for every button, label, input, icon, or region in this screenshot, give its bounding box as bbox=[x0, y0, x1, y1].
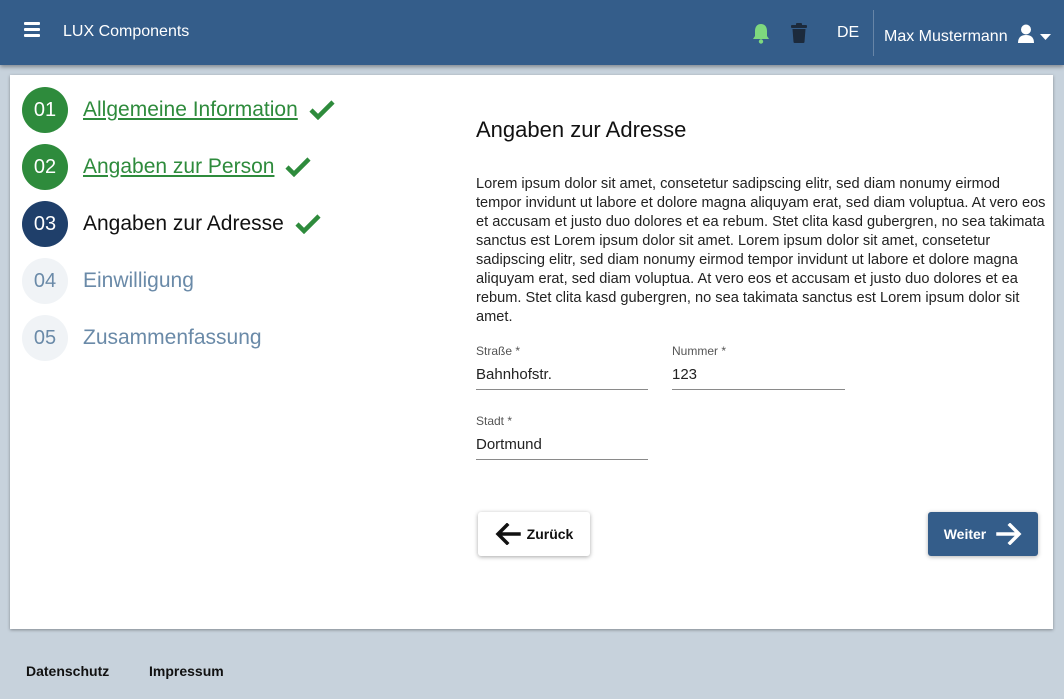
user-icon bbox=[1017, 24, 1036, 49]
privacy-link[interactable]: Datenschutz bbox=[26, 663, 109, 679]
step-number: 01 bbox=[22, 87, 68, 133]
number-input[interactable] bbox=[672, 366, 845, 390]
city-field: Stadt * bbox=[476, 414, 648, 460]
form-description: Lorem ipsum dolor sit amet, consetetur s… bbox=[476, 176, 1046, 325]
check-icon bbox=[309, 100, 335, 120]
number-label: Nummer * bbox=[672, 344, 727, 358]
next-button-label: Weiter bbox=[943, 526, 987, 542]
header-divider bbox=[873, 10, 874, 56]
step-label[interactable]: Allgemeine Information bbox=[83, 98, 298, 122]
step-label[interactable]: Angaben zur Person bbox=[83, 155, 274, 179]
street-field: Straße * bbox=[476, 344, 648, 390]
check-icon bbox=[285, 157, 312, 177]
step-allgemeine-information[interactable]: 01 Allgemeine Information bbox=[22, 87, 335, 133]
language-button[interactable]: DE bbox=[837, 24, 859, 42]
caret-down-icon bbox=[1039, 28, 1051, 46]
number-field: Nummer * bbox=[672, 344, 845, 390]
street-label: Straße * bbox=[476, 344, 521, 358]
form-title: Angaben zur Adresse bbox=[476, 117, 687, 142]
app-title: LUX Components bbox=[63, 23, 190, 40]
step-angaben-zur-person[interactable]: 02 Angaben zur Person bbox=[22, 144, 312, 190]
imprint-link[interactable]: Impressum bbox=[149, 663, 224, 679]
check-icon bbox=[295, 214, 321, 234]
step-label: Zusammenfassung bbox=[83, 326, 262, 349]
next-button[interactable]: Weiter bbox=[928, 512, 1038, 556]
city-input[interactable] bbox=[476, 436, 648, 460]
step-number: 04 bbox=[22, 258, 68, 304]
step-angaben-zur-adresse[interactable]: 03 Angaben zur Adresse bbox=[22, 201, 321, 247]
step-number: 05 bbox=[22, 315, 68, 361]
step-label: Angaben zur Adresse bbox=[83, 212, 284, 235]
city-label: Stadt * bbox=[476, 414, 513, 428]
step-number: 02 bbox=[22, 144, 68, 190]
page-footer: Datenschutz Impressum bbox=[0, 639, 1064, 699]
arrow-right-icon bbox=[996, 523, 1022, 545]
step-number: 03 bbox=[22, 201, 68, 247]
step-label: Einwilligung bbox=[83, 269, 194, 292]
user-name: Max Mustermann bbox=[884, 27, 1008, 45]
user-menu-button[interactable]: Max Mustermann bbox=[884, 24, 1051, 49]
stepper-card: 01 Allgemeine Information 02 Angaben zur… bbox=[10, 75, 1053, 629]
street-input[interactable] bbox=[476, 366, 648, 390]
step-einwilligung: 04 Einwilligung bbox=[22, 258, 194, 304]
trash-icon[interactable] bbox=[790, 22, 808, 44]
back-button[interactable]: Zurück bbox=[478, 512, 590, 556]
back-button-label: Zurück bbox=[526, 526, 574, 542]
bell-icon[interactable] bbox=[751, 22, 771, 44]
menu-icon[interactable] bbox=[22, 22, 44, 44]
step-zusammenfassung: 05 Zusammenfassung bbox=[22, 315, 262, 361]
arrow-left-icon bbox=[495, 523, 521, 545]
app-header: LUX Components DE Max Mustermann bbox=[0, 0, 1064, 65]
